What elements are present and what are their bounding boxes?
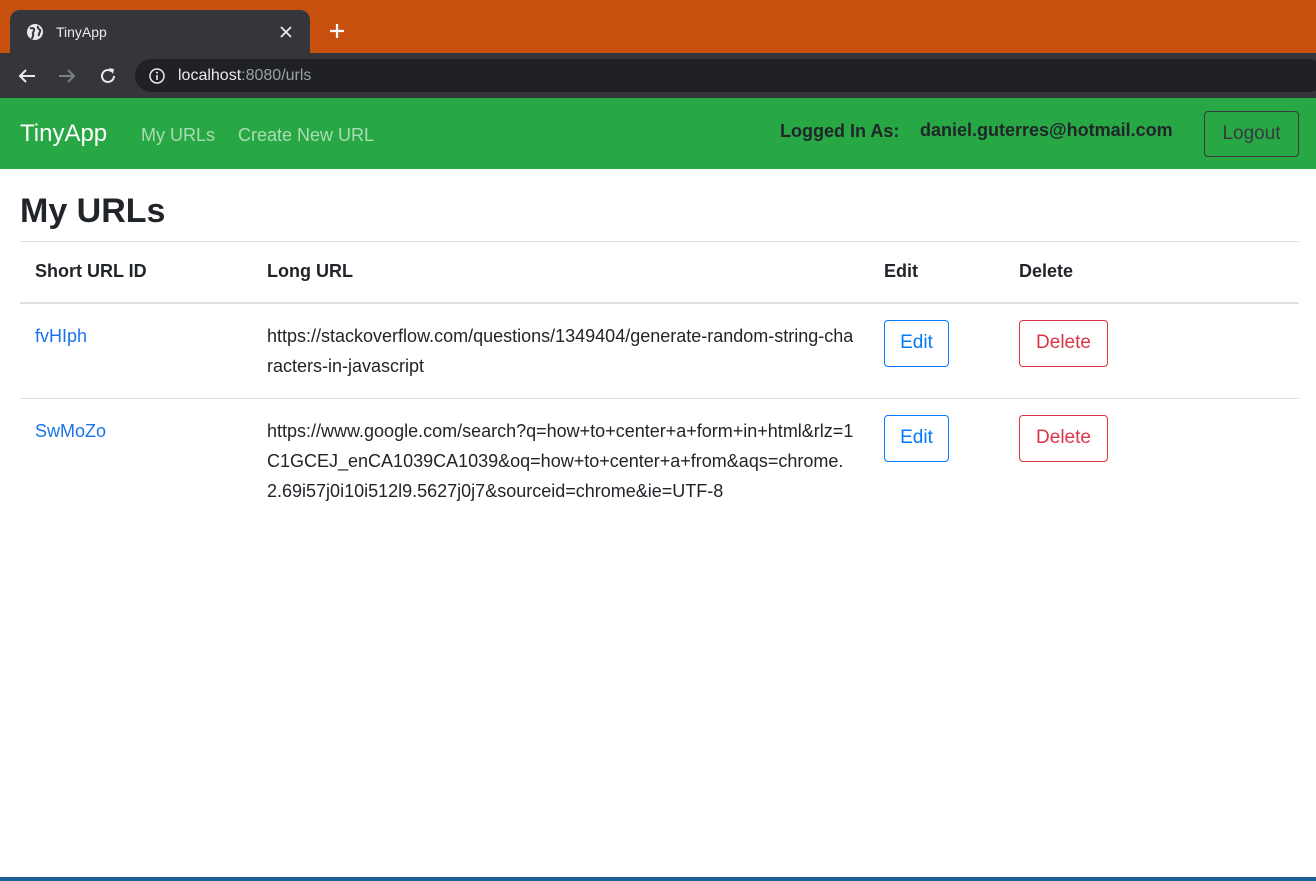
reload-icon[interactable] [93,61,123,91]
page-title: My URLs [20,192,166,230]
urls-table: Short URL ID Long URL Edit Delete fvHIph… [20,241,1299,523]
delete-button[interactable]: Delete [1019,319,1108,367]
browser-tab[interactable]: TinyApp [10,10,310,53]
edit-cell: Edit [869,302,1004,399]
delete-cell: Delete [1004,302,1299,399]
header-short-url-id: Short URL ID [20,241,252,304]
edit-button[interactable]: Edit [884,414,949,462]
delete-button[interactable]: Delete [1019,414,1108,462]
tab-title: TinyApp [56,23,107,40]
edit-button[interactable]: Edit [884,319,949,367]
table-row: SwMoZo https://www.google.com/search?q=h… [20,398,1299,523]
short-url-cell: fvHIph [20,302,252,399]
url-host: localhost [178,66,242,84]
close-icon[interactable] [276,22,296,42]
table-header-row: Short URL ID Long URL Edit Delete [20,241,1299,304]
logged-in-label: Logged In As: [780,121,900,141]
back-arrow-icon[interactable] [12,61,42,91]
edit-cell: Edit [869,398,1004,523]
long-url-text: https://stackoverflow.com/questions/1349… [267,325,854,376]
short-url-link[interactable]: fvHIph [35,326,87,346]
address-url: localhost:8080/urls [178,67,311,85]
logged-in-email: daniel.guterres@hotmail.com [920,120,1173,140]
short-url-cell: SwMoZo [20,398,252,523]
long-url-cell: https://stackoverflow.com/questions/1349… [252,302,869,399]
long-url-cell: https://www.google.com/search?q=how+to+c… [252,398,869,523]
forward-arrow-icon[interactable] [52,61,82,91]
delete-cell: Delete [1004,398,1299,523]
header-long-url: Long URL [252,241,869,304]
header-edit: Edit [869,241,1004,304]
nav-link-create-new-url[interactable]: Create New URL [238,122,374,148]
long-url-text: https://www.google.com/search?q=how+to+c… [267,420,854,501]
logout-button[interactable]: Logout [1204,111,1299,157]
browser-tab-strip: TinyApp [0,0,1316,53]
nav-link-my-urls[interactable]: My URLs [141,122,215,148]
table-row: fvHIph https://stackoverflow.com/questio… [20,302,1299,399]
info-icon[interactable] [148,67,166,85]
short-url-link[interactable]: SwMoZo [35,421,106,441]
address-bar[interactable]: localhost:8080/urls [135,59,1316,92]
brand-link[interactable]: TinyApp [20,118,107,150]
app-navbar: TinyApp My URLs Create New URL Logged In… [0,98,1316,169]
taskbar-edge [0,877,1316,881]
url-path: :8080/urls [241,66,312,84]
browser-toolbar: localhost:8080/urls [0,53,1316,98]
new-tab-icon[interactable] [322,16,352,46]
header-delete: Delete [1004,241,1299,304]
globe-icon [26,23,44,41]
